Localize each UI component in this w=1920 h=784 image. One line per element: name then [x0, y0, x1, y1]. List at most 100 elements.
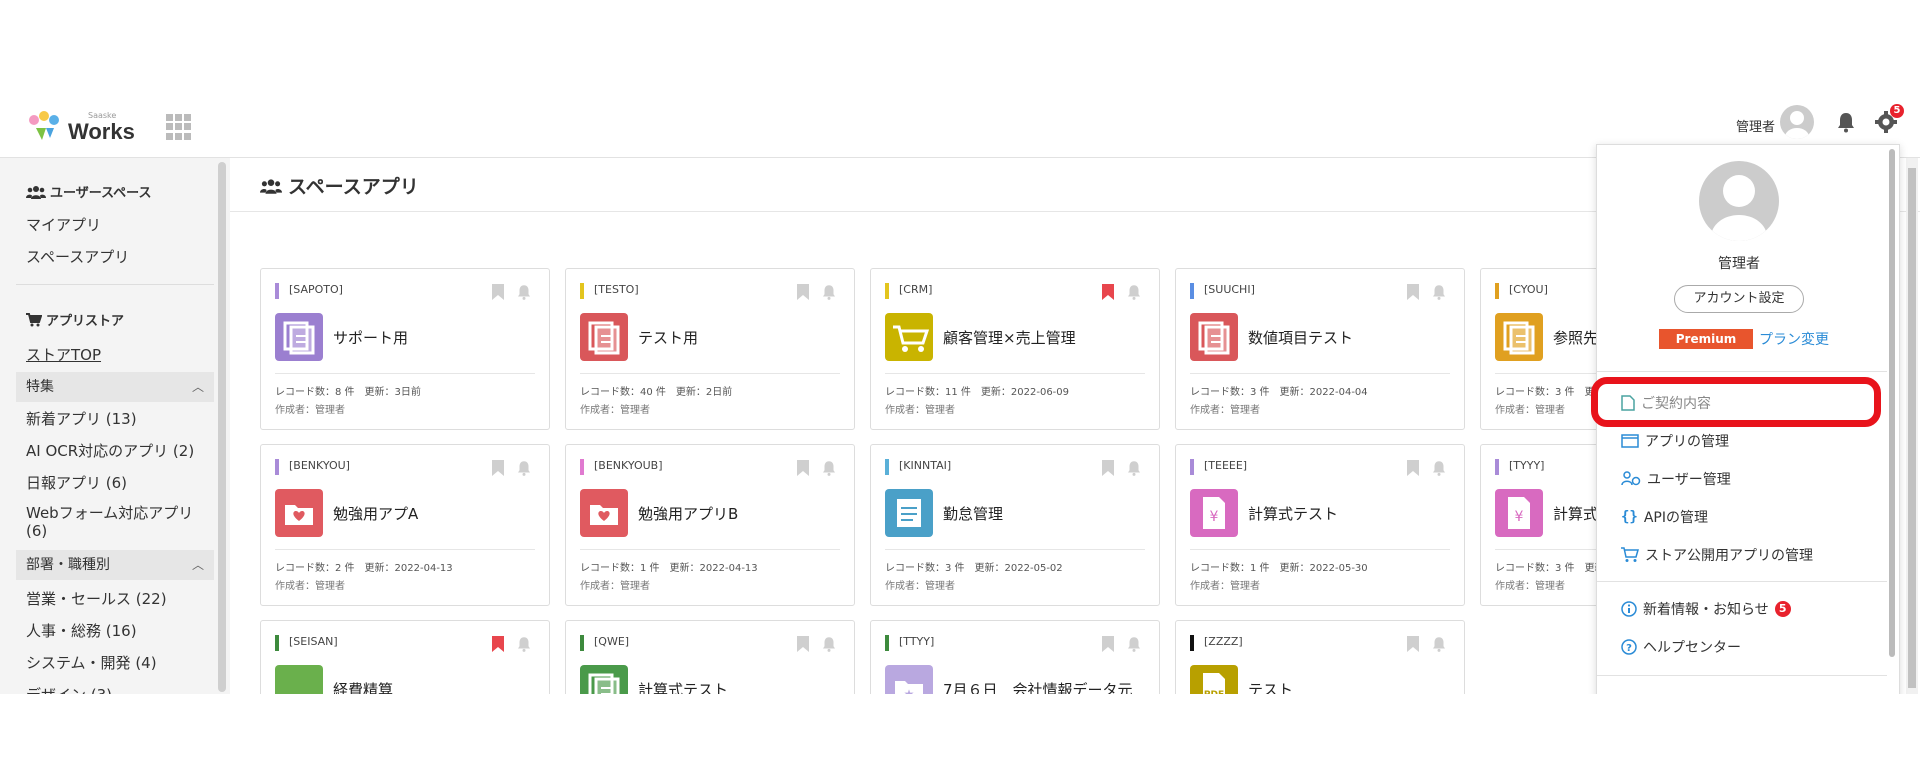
bookmark-icon[interactable]	[796, 635, 810, 653]
app-icon[interactable]: PDF	[1190, 665, 1238, 694]
logo[interactable]: Saaske Works	[24, 108, 135, 144]
bookmark-icon[interactable]	[796, 459, 810, 477]
app-name[interactable]: 勤怠管理	[943, 503, 1003, 524]
app-icon[interactable]	[275, 313, 323, 361]
app-card[interactable]: [BENKYOU] 勉強用アプA レコード数：2 件 更新：2022-04-13 作成…	[260, 444, 550, 606]
app-name[interactable]: テスト	[1248, 679, 1293, 694]
app-icon[interactable]: ¥	[1495, 489, 1543, 537]
bell-icon[interactable]	[1430, 459, 1448, 477]
app-icon[interactable]: ★	[885, 665, 933, 694]
bookmark-icon[interactable]	[491, 635, 505, 653]
bell-icon[interactable]	[1125, 283, 1143, 301]
bell-icon[interactable]	[820, 459, 838, 477]
svg-text:★: ★	[904, 687, 915, 694]
app-icon[interactable]	[885, 489, 933, 537]
bookmark-icon[interactable]	[1406, 459, 1420, 477]
sidebar-item-hr[interactable]: 人事・総務 (16)	[26, 620, 137, 641]
feature-section-label: 特集	[26, 379, 54, 395]
app-meta: レコード数：11 件 更新：2022-06-09	[885, 387, 1070, 398]
app-name[interactable]: 数値項目テスト	[1248, 327, 1353, 348]
app-code: [SUUCHI]	[1190, 283, 1255, 299]
app-manage-menu-item[interactable]: アプリの管理	[1621, 431, 1729, 451]
bookmark-icon[interactable]	[1406, 635, 1420, 653]
app-card[interactable]: [TEEEE] ¥ 計算式テスト レコード数：1 件 更新：2022-05-30 作成者…	[1175, 444, 1465, 606]
app-icon[interactable]	[1190, 313, 1238, 361]
app-name[interactable]: 計算式テスト	[1248, 503, 1338, 524]
sidebar-item-new-apps[interactable]: 新着アプリ (13)	[26, 408, 137, 429]
app-card[interactable]: [SAPOTO] サポート用 レコード数：8 件 更新：3日前 作成者：管理者	[260, 268, 550, 430]
bell-icon[interactable]	[1125, 635, 1143, 653]
app-name[interactable]: 経費精算	[333, 679, 393, 694]
app-icon[interactable]	[580, 665, 628, 694]
app-name[interactable]: サポート用	[333, 327, 408, 348]
main-scrollbar[interactable]	[1906, 158, 1918, 694]
app-card[interactable]: [CRM] 顧客管理×売上管理 レコード数：11 件 更新：2022-06-09 作成…	[870, 268, 1160, 430]
app-icon[interactable]	[275, 665, 323, 694]
bookmark-icon[interactable]	[1101, 459, 1115, 477]
feature-section-toggle[interactable]: 特集 ︿	[16, 372, 214, 402]
sidebar-item-my-app[interactable]: マイアプリ	[26, 214, 101, 235]
bell-icon[interactable]	[1430, 635, 1448, 653]
app-icon[interactable]	[275, 489, 323, 537]
sidebar-scrollbar[interactable]	[218, 162, 226, 692]
app-name[interactable]: 参照先	[1553, 327, 1598, 348]
bell-icon[interactable]	[1125, 459, 1143, 477]
app-icon[interactable]	[580, 489, 628, 537]
dept-section-toggle[interactable]: 部署・職種別 ︿	[16, 550, 214, 580]
bell-icon[interactable]	[515, 459, 533, 477]
app-name[interactable]: 顧客管理×売上管理	[943, 327, 1076, 348]
sidebar-item-design[interactable]: デザイン (3)	[26, 684, 112, 694]
sidebar-item-store-top[interactable]: ストアTOP	[26, 344, 101, 365]
sidebar-item-daily-report[interactable]: 日報アプリ (6)	[26, 472, 127, 493]
store-manage-menu-item[interactable]: ストア公開用アプリの管理	[1621, 545, 1813, 565]
app-icon[interactable]	[580, 313, 628, 361]
account-settings-button[interactable]: アカウント設定	[1674, 285, 1804, 313]
app-meta: レコード数：8 件 更新：3日前	[275, 387, 421, 398]
app-name[interactable]: 勉強用アプA	[333, 503, 418, 524]
sidebar-item-system[interactable]: システム・開発 (4)	[26, 652, 157, 673]
dropdown-scrollbar[interactable]	[1889, 149, 1895, 657]
bell-icon[interactable]	[515, 283, 533, 301]
news-menu-item[interactable]: 新着情報・お知らせ 5	[1621, 599, 1791, 619]
bookmark-icon[interactable]	[491, 283, 505, 301]
bell-icon[interactable]	[820, 635, 838, 653]
user-manage-menu-item[interactable]: ユーザー管理	[1621, 469, 1731, 489]
help-menu-item[interactable]: ? ヘルプセンター	[1621, 637, 1741, 657]
plan-change-link[interactable]: プラン変更	[1759, 329, 1829, 349]
bookmark-icon[interactable]	[1406, 283, 1420, 301]
bell-icon[interactable]	[1430, 283, 1448, 301]
bell-icon[interactable]	[515, 635, 533, 653]
app-card[interactable]: [BENKYOUB] 勉強用アプリB レコード数：1 件 更新：2022-04-13…	[565, 444, 855, 606]
bookmark-icon[interactable]	[491, 459, 505, 477]
app-grid-icon[interactable]	[166, 114, 192, 140]
app-card[interactable]: [KINNTAI] 勤怠管理 レコード数：3 件 更新：2022-05-02 作成者：…	[870, 444, 1160, 606]
sidebar-item-webform[interactable]: Webフォーム対応アプリ (6)	[26, 504, 196, 540]
sidebar-item-space-app[interactable]: スペースアプリ	[26, 246, 129, 267]
app-name[interactable]: テスト用	[638, 327, 698, 348]
app-name[interactable]: 勉強用アプリB	[638, 503, 738, 524]
app-icon[interactable]	[1495, 313, 1543, 361]
api-manage-menu-item[interactable]: {} APIの管理	[1621, 507, 1708, 527]
sidebar-item-ai-ocr[interactable]: AI OCR対応のアプリ (2)	[26, 440, 194, 461]
bell-icon[interactable]	[1834, 110, 1858, 134]
app-name[interactable]: 計算式テスト	[638, 679, 728, 694]
app-code: [TYYY]	[1495, 459, 1544, 475]
header-user-name[interactable]: 管理者	[1736, 116, 1775, 135]
app-icon[interactable]	[885, 313, 933, 361]
bell-icon[interactable]	[820, 283, 838, 301]
bookmark-icon[interactable]	[796, 283, 810, 301]
app-icon[interactable]: ¥	[1190, 489, 1238, 537]
app-card[interactable]: [TTYY] ★ 7月６日 会社情報データ元	[870, 620, 1160, 694]
header-avatar[interactable]	[1780, 105, 1814, 139]
app-card[interactable]: [QWE] 計算式テスト	[565, 620, 855, 694]
app-name[interactable]: 7月６日 会社情報データ元	[943, 679, 1133, 694]
main-scrollbar-thumb[interactable]	[1908, 168, 1916, 688]
dropdown-divider	[1597, 371, 1887, 372]
app-card[interactable]: [ZZZZ] PDF テスト	[1175, 620, 1465, 694]
app-card[interactable]: [TESTO] テスト用 レコード数：40 件 更新：2日前 作成者：管理者	[565, 268, 855, 430]
sidebar-item-sales[interactable]: 営業・セールス (22)	[26, 588, 167, 609]
app-card[interactable]: [SUUCHI] 数値項目テスト レコード数：3 件 更新：2022-04-04 作成…	[1175, 268, 1465, 430]
bookmark-icon[interactable]	[1101, 635, 1115, 653]
bookmark-icon[interactable]	[1101, 283, 1115, 301]
app-card[interactable]: [SEISAN] 経費精算	[260, 620, 550, 694]
